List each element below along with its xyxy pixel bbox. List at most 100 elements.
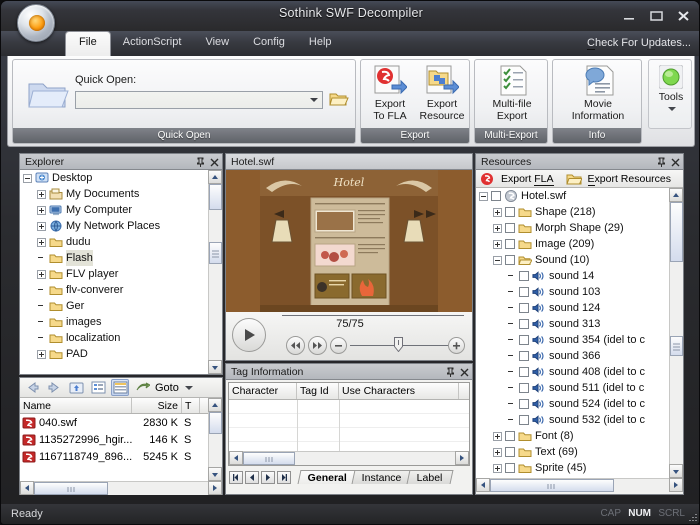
resource-checkbox[interactable] — [519, 351, 529, 361]
resize-grip-icon[interactable] — [686, 510, 698, 522]
file-list-column-header[interactable]: Name — [20, 398, 132, 413]
tree-expander-plus-icon[interactable] — [493, 432, 502, 441]
resource-checkbox[interactable] — [519, 303, 529, 313]
tag-information-tab-label[interactable]: Label — [406, 470, 453, 484]
resource-checkbox[interactable] — [519, 335, 529, 345]
timeline-track[interactable] — [282, 315, 464, 316]
file-list-hscrollbar[interactable] — [20, 481, 222, 495]
resources-tree-item[interactable]: Sprite (45) — [476, 460, 683, 476]
resources-hscroll-thumb[interactable] — [490, 479, 614, 492]
resources-tree-item[interactable]: Font (8) — [476, 428, 683, 444]
scroll-down-button[interactable] — [208, 360, 222, 374]
tree-expander-plus-icon[interactable] — [493, 240, 502, 249]
tree-expander-plus-icon[interactable] — [37, 238, 46, 247]
export-fla-button[interactable]: Export FLA — [501, 173, 554, 185]
explorer-scroll-thumb[interactable] — [209, 184, 222, 210]
multi-file-export-button[interactable]: Multi-file Export — [477, 65, 547, 122]
scroll-down-button[interactable] — [669, 464, 683, 478]
file-list-scroll-thumb[interactable] — [209, 412, 222, 434]
explorer-tree-item[interactable]: My Documents — [20, 186, 222, 202]
tree-expander-plus-icon[interactable] — [37, 222, 46, 231]
tag-information-grid[interactable]: CharacterTag IdUse Characters — [228, 382, 470, 466]
tab-config[interactable]: Config — [241, 31, 297, 56]
scroll-right-button[interactable] — [669, 478, 683, 492]
zoom-out-icon[interactable] — [330, 337, 347, 354]
resources-tree-item[interactable]: sound 103 — [476, 284, 683, 300]
tab-file[interactable]: File — [65, 31, 111, 56]
resource-checkbox[interactable] — [505, 447, 515, 457]
pin-icon[interactable] — [657, 157, 666, 168]
resources-tree-item[interactable]: Morph Shape (29) — [476, 220, 683, 236]
explorer-tree-item[interactable]: My Network Places — [20, 218, 222, 234]
tree-expander-plus-icon[interactable] — [493, 208, 502, 217]
resource-checkbox[interactable] — [519, 383, 529, 393]
resources-vscrollbar[interactable] — [669, 188, 683, 478]
tree-expander-minus-icon[interactable] — [493, 256, 502, 265]
explorer-vscrollbar[interactable] — [208, 170, 222, 374]
resources-tree-item[interactable]: Image (209) — [476, 236, 683, 252]
explorer-tree-item[interactable]: Ger — [20, 298, 222, 314]
close-icon[interactable] — [671, 158, 680, 167]
tag-information-column-headers[interactable]: CharacterTag IdUse Characters — [229, 383, 469, 400]
file-list-view[interactable]: NameSizeT 040.swf2830 KS1135272996_hgir.… — [20, 398, 222, 495]
explorer-tree-item[interactable]: dudu — [20, 234, 222, 250]
tree-expander-plus-icon[interactable] — [37, 270, 46, 279]
scroll-left-button[interactable] — [229, 451, 243, 465]
resource-checkbox[interactable] — [505, 239, 515, 249]
tree-expander-minus-icon[interactable] — [23, 174, 32, 183]
goto-icon[interactable] — [133, 379, 151, 396]
explorer-tree[interactable]: DesktopMy DocumentsMy ComputerMy Network… — [20, 170, 222, 374]
chevron-down-icon[interactable] — [668, 107, 676, 111]
preview-stage[interactable]: Hotel — [226, 170, 472, 312]
resource-checkbox[interactable] — [505, 463, 515, 473]
forward-arrow-icon[interactable] — [45, 379, 63, 396]
resource-checkbox[interactable] — [519, 319, 529, 329]
table-row[interactable] — [20, 465, 222, 482]
resources-tree-item[interactable]: sound 408 (idel to c — [476, 364, 683, 380]
close-icon[interactable] — [676, 9, 691, 23]
first-record-icon[interactable] — [229, 471, 243, 484]
slider-thumb-icon[interactable] — [394, 337, 403, 352]
explorer-tree-item[interactable]: flv-converer — [20, 282, 222, 298]
movie-information-button[interactable]: Movie Information — [555, 65, 641, 122]
resources-scroll-track-mark[interactable] — [670, 336, 683, 356]
tree-expander-plus-icon[interactable] — [37, 190, 46, 199]
file-list-column-headers[interactable]: NameSizeT — [20, 398, 222, 414]
resource-checkbox[interactable] — [505, 223, 515, 233]
pin-icon[interactable] — [446, 367, 455, 378]
resource-checkbox[interactable] — [505, 431, 515, 441]
explorer-tree-item[interactable]: images — [20, 314, 222, 330]
scroll-left-button[interactable] — [476, 478, 490, 492]
scroll-up-button[interactable] — [208, 170, 222, 184]
tag-information-hscroll-thumb[interactable] — [243, 452, 295, 465]
resource-checkbox[interactable] — [519, 399, 529, 409]
table-row[interactable]: 1135272996_hgir...146 KS — [20, 431, 222, 448]
up-folder-icon[interactable] — [67, 379, 85, 396]
scroll-right-button[interactable] — [455, 451, 469, 465]
resources-tree-item[interactable]: sound 524 (idel to c — [476, 396, 683, 412]
resources-tree-item[interactable]: Text (69) — [476, 444, 683, 460]
scroll-right-button[interactable] — [208, 481, 222, 495]
explorer-tree-item[interactable]: localization — [20, 330, 222, 346]
quick-open-input[interactable] — [75, 91, 323, 109]
file-list-vscrollbar[interactable] — [208, 398, 222, 481]
tag-information-column-header[interactable]: Tag Id — [297, 383, 339, 399]
resource-checkbox[interactable] — [505, 255, 515, 265]
tag-information-tab-general[interactable]: General — [298, 470, 358, 484]
tree-expander-plus-icon[interactable] — [37, 206, 46, 215]
explorer-scroll-track-mark[interactable] — [209, 242, 222, 264]
table-row[interactable]: 1167118749_896...5245 KS — [20, 448, 222, 465]
export-to-fla-button[interactable]: Export To FLA — [365, 65, 415, 122]
export-resources-button[interactable]: Export Resources — [588, 173, 671, 185]
file-list-column-header[interactable]: T — [182, 398, 200, 413]
resource-checkbox[interactable] — [519, 415, 529, 425]
tree-expander-minus-icon[interactable] — [479, 192, 488, 201]
explorer-tree-item[interactable]: PAD — [20, 346, 222, 362]
next-record-icon[interactable] — [261, 471, 275, 484]
tab-help[interactable]: Help — [297, 31, 344, 56]
file-list-column-header[interactable]: Size — [132, 398, 182, 413]
tools-button[interactable]: Tools — [648, 59, 692, 129]
resources-tree-item[interactable]: sound 14 — [476, 268, 683, 284]
explorer-tree-item[interactable]: Desktop — [20, 170, 222, 186]
resources-tree-item[interactable]: Sound (10) — [476, 252, 683, 268]
